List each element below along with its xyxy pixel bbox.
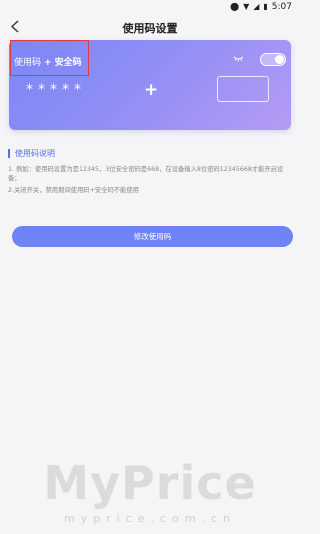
- instruction-line-2: 2.关闭开关，禁用期间使用码+安全码不能使用: [8, 187, 139, 194]
- location-icon: ⬤: [230, 2, 240, 11]
- app-bar: 使用码设置: [0, 14, 300, 40]
- plus-sign: +: [144, 80, 159, 100]
- use-code-masked[interactable]: *****: [26, 82, 86, 98]
- signal-icon: ◢: [253, 2, 260, 11]
- code-card: 使用码 + 安全码 ***** +: [9, 40, 291, 130]
- toggle-knob: [275, 55, 284, 64]
- modify-code-button[interactable]: 修改使用码: [12, 226, 293, 247]
- highlight-annotation: [10, 40, 89, 76]
- eye-closed-icon[interactable]: [233, 55, 244, 62]
- wifi-icon: ▼: [243, 2, 250, 11]
- status-bar: ⬤ ▼ ◢ ▮ 5:07: [0, 0, 300, 14]
- instruction-line-1-cont: 备；: [8, 175, 21, 182]
- section-title: 使用码说明: [8, 149, 55, 158]
- battery-icon: ▮: [263, 2, 268, 11]
- enable-toggle[interactable]: [260, 53, 286, 66]
- watermark-url: myprice.com.cn: [63, 512, 237, 525]
- instruction-line-1: 1. 例如：使用码设置为是12345，3位安全密码是668，在设备输入8位密码1…: [8, 166, 284, 173]
- watermark-logo: MyPrice: [43, 456, 257, 510]
- page-title: 使用码设置: [122, 22, 178, 35]
- safe-code-input[interactable]: [217, 76, 269, 102]
- status-time: 5:07: [271, 2, 292, 12]
